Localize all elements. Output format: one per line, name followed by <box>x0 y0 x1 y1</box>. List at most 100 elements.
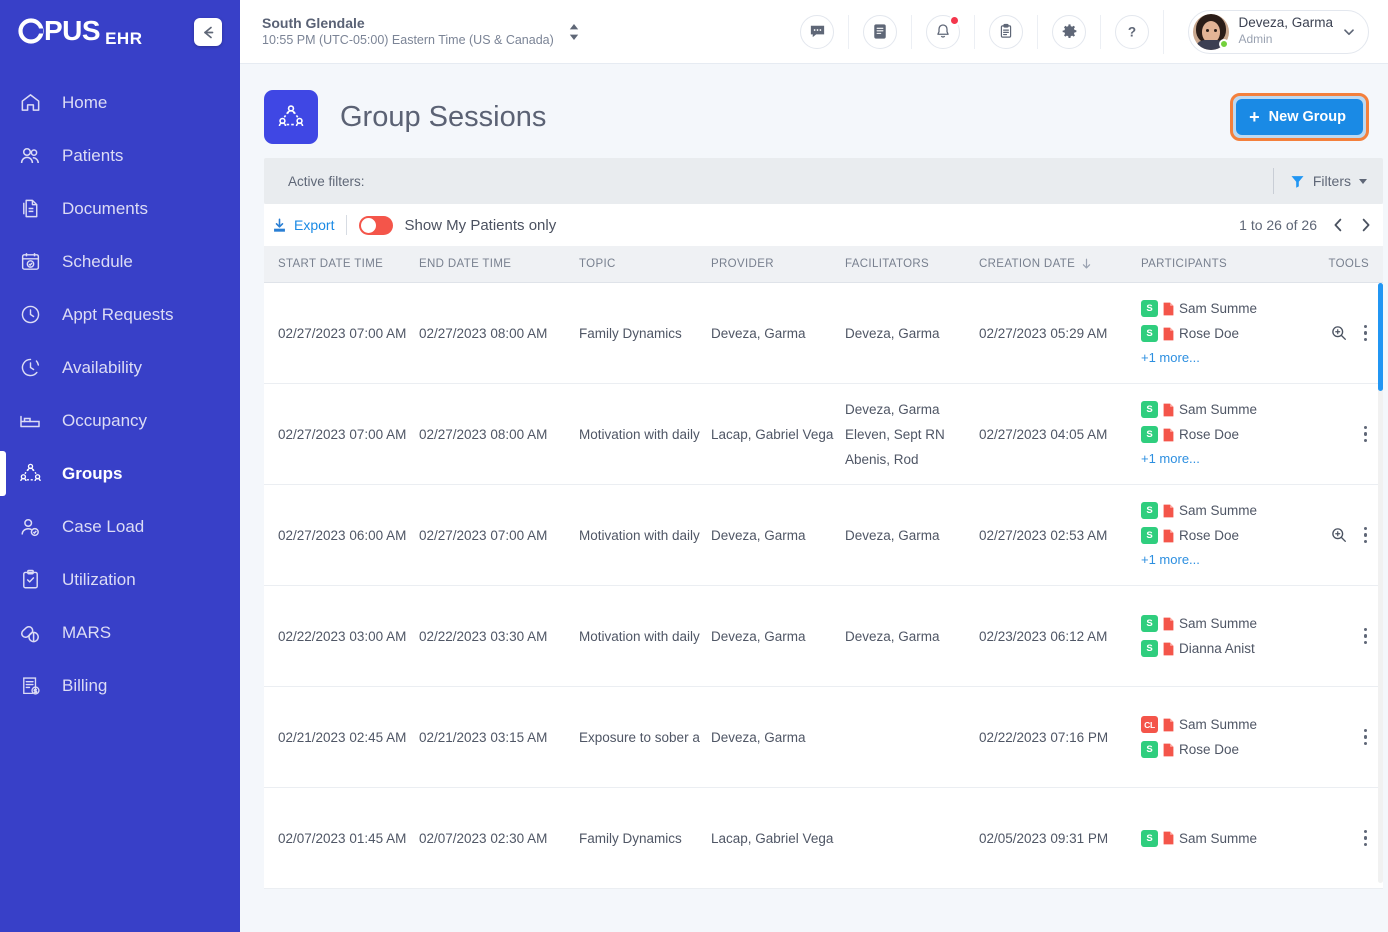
active-filters-label: Active filters: <box>288 173 365 189</box>
facilitator-name: Deveza, Garma <box>845 325 940 341</box>
new-group-button[interactable]: + New Group <box>1236 99 1363 135</box>
column-header-start-date-time[interactable]: START DATE TIME <box>264 246 419 283</box>
sidebar-item-groups[interactable]: Groups <box>0 447 240 500</box>
up-down-arrows-icon[interactable] <box>568 22 580 42</box>
participant-item[interactable]: S Sam Summe <box>1141 611 1301 636</box>
group-sessions-table: START DATE TIME END DATE TIME TOPIC PROV… <box>264 246 1383 889</box>
column-header-facilitators[interactable]: FACILITATORS <box>845 246 979 283</box>
row-actions-menu[interactable] <box>1362 323 1370 344</box>
user-menu[interactable]: Deveza, Garma Admin <box>1188 9 1369 54</box>
participant-item[interactable]: S Rose Doe <box>1141 523 1301 548</box>
cell-topic: Motivation with daily <box>579 383 711 485</box>
column-header-tools[interactable]: TOOLS <box>1301 246 1383 283</box>
group-network-icon <box>14 461 46 486</box>
participant-name: Sam Summe <box>1179 717 1258 732</box>
sidebar-item-availability[interactable]: Availability <box>0 341 240 394</box>
cell-start-date-time: 02/27/2023 07:00 AM <box>264 383 419 485</box>
sidebar-item-occupancy[interactable]: Occupancy <box>0 394 240 447</box>
sidebar-item-appt-requests[interactable]: Appt Requests <box>0 288 240 341</box>
bed-icon <box>14 409 46 433</box>
document-icon <box>1163 504 1174 517</box>
facility-selector[interactable]: South Glendale 10:55 PM (UTC-05:00) East… <box>262 14 580 50</box>
sidebar-item-schedule[interactable]: Schedule <box>0 235 240 288</box>
more-participants-link[interactable]: +1 more... <box>1141 346 1301 370</box>
table-vertical-scrollbar[interactable] <box>1378 283 1383 883</box>
facilitator-name: Eleven, Sept RN <box>845 426 945 442</box>
column-header-end-date-time[interactable]: END DATE TIME <box>419 246 579 283</box>
row-actions-menu[interactable] <box>1362 424 1370 445</box>
brand-opus-text: PUS <box>18 15 101 47</box>
table-row[interactable]: 02/07/2023 01:45 AM 02/07/2023 02:30 AM Fa… <box>264 787 1383 889</box>
more-participants-link[interactable]: +1 more... <box>1141 447 1301 471</box>
sidebar-item-label: Groups <box>62 463 123 483</box>
participant-item[interactable]: S Sam Summe <box>1141 826 1301 851</box>
pagination-next-button[interactable] <box>1359 217 1373 233</box>
arrow-down-icon <box>1082 258 1091 269</box>
cell-end-date-time: 02/22/2023 03:30 AM <box>419 585 579 687</box>
pagination-prev-button[interactable] <box>1331 217 1345 233</box>
cell-facilitators <box>845 787 979 889</box>
participant-item[interactable]: S Rose Doe <box>1141 737 1301 762</box>
cell-topic: Motivation with daily <box>579 585 711 687</box>
scrollbar-thumb[interactable] <box>1378 283 1383 391</box>
participant-item[interactable]: CL Sam Summe <box>1141 712 1301 737</box>
export-button[interactable]: Export <box>272 217 334 233</box>
column-header-topic[interactable]: TOPIC <box>579 246 711 283</box>
participant-item[interactable]: S Sam Summe <box>1141 296 1301 321</box>
cell-facilitators: Deveza, Garma <box>845 585 979 687</box>
table-row[interactable]: 02/27/2023 06:00 AM 02/27/2023 07:00 AM Mo… <box>264 484 1383 586</box>
sidebar-collapse-button[interactable] <box>194 18 222 46</box>
participant-item[interactable]: S Rose Doe <box>1141 321 1301 346</box>
table-row[interactable]: 02/27/2023 07:00 AM 02/27/2023 08:00 AM Fa… <box>264 282 1383 384</box>
table-row[interactable]: 02/27/2023 07:00 AM 02/27/2023 08:00 AM Mo… <box>264 383 1383 485</box>
book-icon[interactable] <box>863 14 898 49</box>
show-my-patients-toggle[interactable] <box>359 215 394 235</box>
row-actions-menu[interactable] <box>1362 828 1370 849</box>
page-header: Group Sessions + New Group <box>264 86 1388 148</box>
table-row[interactable]: 02/22/2023 03:00 AM 02/22/2023 03:30 AM Mo… <box>264 585 1383 687</box>
participant-name: Rose Doe <box>1179 742 1240 757</box>
bell-icon[interactable] <box>926 14 961 49</box>
cell-creation-date: 02/27/2023 05:29 AM <box>979 282 1141 384</box>
column-header-provider[interactable]: PROVIDER <box>711 246 845 283</box>
participant-item[interactable]: S Sam Summe <box>1141 397 1301 422</box>
new-group-label: New Group <box>1268 109 1346 125</box>
preview-icon[interactable] <box>1330 324 1348 342</box>
participant-item[interactable]: S Dianna Anist <box>1141 636 1301 661</box>
clipboard-icon[interactable] <box>989 14 1024 49</box>
sidebar-item-label: Schedule <box>62 251 133 271</box>
participant-item[interactable]: S Sam Summe <box>1141 498 1301 523</box>
row-actions-menu[interactable] <box>1362 525 1370 546</box>
facility-name: South Glendale <box>262 14 365 31</box>
column-header-participants[interactable]: PARTICIPANTS <box>1141 246 1301 283</box>
row-actions-menu[interactable] <box>1362 626 1370 647</box>
users-icon <box>14 144 46 168</box>
gear-icon[interactable] <box>1052 14 1087 49</box>
participant-item[interactable]: S Rose Doe <box>1141 422 1301 447</box>
help-icon[interactable]: ? <box>1115 14 1150 49</box>
sidebar-item-home[interactable]: Home <box>0 76 240 129</box>
preview-icon[interactable] <box>1330 526 1348 544</box>
sidebar-item-patients[interactable]: Patients <box>0 129 240 182</box>
cell-topic: Family Dynamics <box>579 787 711 889</box>
facilitator-name: Deveza, Garma <box>845 527 940 543</box>
sidebar-item-utilization[interactable]: Utilization <box>0 553 240 606</box>
sidebar-item-documents[interactable]: Documents <box>0 182 240 235</box>
sidebar-item-case-load[interactable]: Case Load <box>0 500 240 553</box>
topbar-icons: ? Deveza, Garma Admin <box>786 9 1383 54</box>
cell-tools <box>1301 484 1383 586</box>
filters-button[interactable]: Filters <box>1272 168 1367 194</box>
participant-type-badge: S <box>1141 640 1158 657</box>
row-actions-menu[interactable] <box>1362 727 1370 748</box>
cell-provider: Lacap, Gabriel Vega <box>711 787 845 889</box>
table-row[interactable]: 02/21/2023 02:45 AM 02/21/2023 03:15 AM Ex… <box>264 686 1383 788</box>
cell-creation-date: 02/27/2023 02:53 AM <box>979 484 1141 586</box>
column-header-creation-date[interactable]: CREATION DATE <box>979 246 1141 283</box>
pills-icon <box>14 621 46 645</box>
sidebar-item-mars[interactable]: MARS <box>0 606 240 659</box>
sidebar-item-billing[interactable]: Billing <box>0 659 240 712</box>
svg-text:?: ? <box>1128 24 1136 39</box>
chat-icon[interactable] <box>800 14 835 49</box>
more-participants-link[interactable]: +1 more... <box>1141 548 1301 572</box>
participant-name: Sam Summe <box>1179 616 1258 631</box>
